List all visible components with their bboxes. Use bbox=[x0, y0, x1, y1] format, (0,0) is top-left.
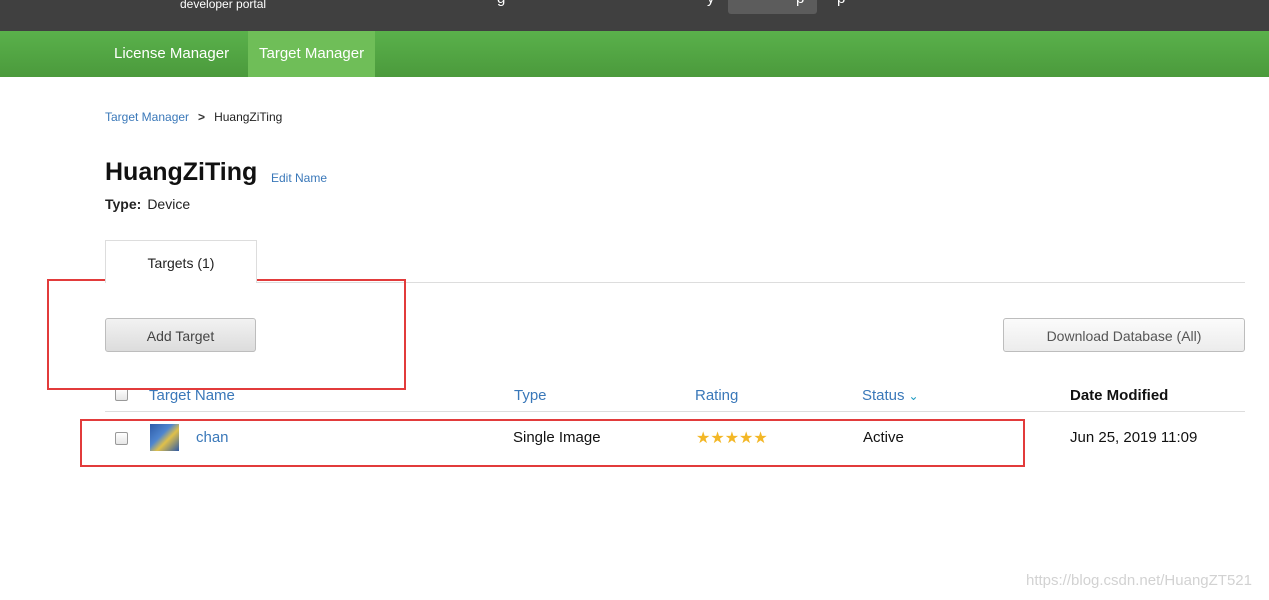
breadcrumb-target-manager[interactable]: Target Manager bbox=[105, 110, 189, 124]
type-value: Device bbox=[147, 196, 191, 212]
nav-target-manager[interactable]: Target Manager bbox=[248, 31, 376, 77]
status-header-label: Status bbox=[862, 387, 905, 404]
edit-name-link[interactable]: Edit Name bbox=[271, 171, 327, 185]
target-date-modified: Jun 25, 2019 11:09 bbox=[1070, 429, 1198, 446]
column-header-rating[interactable]: Rating bbox=[695, 387, 738, 404]
column-header-type[interactable]: Type bbox=[514, 387, 547, 404]
breadcrumb-current: HuangZiTing bbox=[214, 110, 283, 124]
nav-license-manager[interactable]: License Manager bbox=[103, 31, 240, 77]
highlight-box-target-row bbox=[80, 419, 1025, 467]
breadcrumb-separator: > bbox=[198, 110, 206, 124]
tab-targets[interactable]: Targets (1) bbox=[105, 240, 257, 283]
sort-chevron-down-icon: ⌄ bbox=[908, 389, 919, 403]
main-nav: License Manager Target Manager bbox=[0, 31, 1269, 77]
table-header-divider bbox=[105, 411, 1245, 412]
top-menu-fragment: p bbox=[796, 0, 804, 7]
page-title: HuangZiTing bbox=[105, 158, 258, 186]
top-menu-fragment: y bbox=[707, 0, 715, 7]
download-database-button[interactable]: Download Database (All) bbox=[1003, 318, 1245, 352]
portal-label: developer portal bbox=[180, 0, 267, 11]
top-menu-fragment: g bbox=[497, 0, 505, 7]
highlight-box-add-target bbox=[47, 279, 406, 390]
type-label: Type: bbox=[105, 196, 142, 212]
column-header-date-modified: Date Modified bbox=[1070, 387, 1169, 404]
top-menu-fragment: p bbox=[837, 0, 845, 7]
database-type: Type: Device bbox=[105, 196, 190, 212]
breadcrumb: Target Manager > HuangZiTing bbox=[105, 110, 282, 124]
watermark-text: https://blog.csdn.net/HuangZT521 bbox=[1026, 572, 1252, 589]
column-header-status[interactable]: Status ⌄ bbox=[862, 387, 919, 404]
top-header: developer portal g y p p bbox=[0, 0, 1269, 31]
